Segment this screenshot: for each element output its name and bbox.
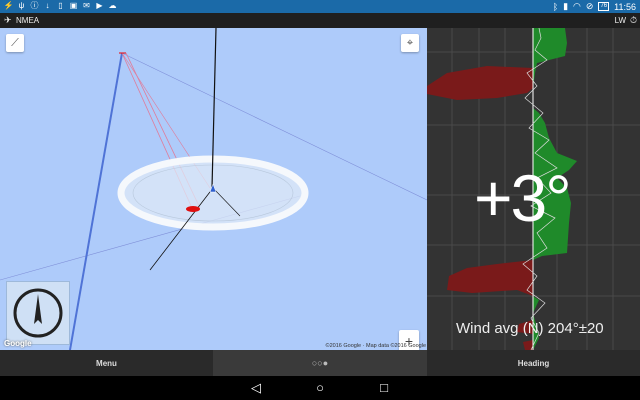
clock: 11:56	[614, 1, 636, 12]
bottom-bar: Menu ○○● Heading	[0, 350, 640, 376]
compass-widget[interactable]	[6, 281, 70, 345]
map-credit: ©2016 Google · Map data ©2016 Google	[325, 343, 426, 349]
page-indicator[interactable]: ○○●	[213, 350, 427, 376]
compass-icon	[13, 288, 63, 338]
negative-deviation-area	[427, 66, 533, 100]
menu-button[interactable]: Menu	[0, 350, 213, 376]
heading-button[interactable]: Heading	[427, 350, 640, 376]
satellite-icon: ✈	[4, 15, 12, 25]
status-right: ᛒ ▮ ◠ ⊘ 76 11:56	[553, 1, 636, 12]
lw-label[interactable]: LW	[615, 16, 626, 25]
map-panel[interactable]: ⟋ ⌖ + − Google ©2016 Google · Map data ©…	[0, 28, 427, 350]
status-bar: ⚡ ψ ⓘ ↓ ▯ ▣ ✉ ▶ ☁ ᛒ ▮ ◠ ⊘ 76 11:56	[0, 0, 640, 13]
vibrate-icon: ▮	[563, 1, 569, 11]
signal-icon: ⚡	[3, 1, 14, 10]
download-icon: ↓	[45, 1, 50, 10]
app-bar: ✈ NMEA LW ⏱	[0, 13, 640, 28]
bluetooth-icon: ᛒ	[552, 1, 559, 12]
recents-icon[interactable]: □	[374, 380, 394, 395]
photo-icon: ▣	[69, 1, 78, 10]
back-icon[interactable]: ◁	[246, 380, 266, 396]
notification-icons: ⚡ ψ ⓘ ↓ ▯ ▣ ✉ ▶ ☁	[4, 1, 117, 10]
usb-icon: ψ	[18, 1, 25, 10]
north-arrow-button[interactable]: ⟋	[6, 34, 24, 52]
tablet-icon: ▯	[58, 1, 63, 10]
wifi-icon: ◠	[573, 1, 581, 11]
battery-icon: 76	[598, 2, 610, 11]
youtube-icon: ▶	[96, 1, 103, 10]
timer-icon[interactable]: ⏱	[630, 15, 637, 26]
app-title: NMEA	[16, 16, 40, 25]
no-sim-icon: ⊘	[585, 1, 594, 11]
google-logo: Google	[4, 339, 32, 348]
wind-average-label: Wind avg (N) 204°±20	[456, 320, 604, 337]
cloud-icon: ☁	[108, 1, 117, 10]
negative-deviation-area	[447, 260, 533, 296]
info-icon: ⓘ	[30, 1, 39, 10]
course-line	[69, 52, 123, 350]
mail-icon: ✉	[83, 1, 90, 10]
home-icon[interactable]: ○	[310, 380, 330, 395]
heading-deviation-value: +3°	[474, 161, 572, 235]
my-location-button[interactable]: ⌖	[401, 34, 419, 52]
mark-waypoint	[186, 206, 200, 212]
navigation-bar: ◁ ○ □	[0, 376, 640, 400]
